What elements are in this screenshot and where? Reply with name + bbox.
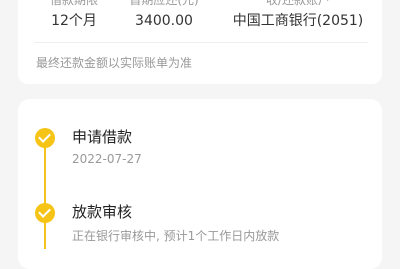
loan-summary-card: 借款期限 12个月 首期应还(元) 3400.00 收/还款账户 中国工商银行(… [18,0,382,84]
step-apply-title: 申请借款 [72,128,133,146]
repayment-account-value: 中国工商银行(2051) [232,13,364,29]
step-check-icon [35,128,55,148]
checkmark-icon [38,205,51,218]
timeline-line [44,139,46,249]
step-review-status: 正在银行审核中, 预计1个工作日内放款 [72,229,280,243]
first-payment-column: 首期应还(元) 3400.00 [104,0,224,30]
progress-timeline-card: 申请借款 2022-07-27 放款审核 正在银行审核中, 预计1个工作日内放款 [18,99,382,269]
step-check-icon [35,203,55,223]
repayment-note: 最终还款金额以实际账单为准 [36,56,193,70]
step-review-title: 放款审核 [72,203,133,221]
step-apply-date: 2022-07-27 [72,152,142,166]
repayment-account-column: 收/还款账户 中国工商银行(2051) [218,0,378,30]
first-payment-value: 3400.00 [135,13,193,29]
repayment-account-label: 收/还款账户 [265,0,331,7]
summary-divider [34,42,368,43]
first-payment-label: 首期应还(元) [129,0,199,7]
checkmark-icon [38,130,51,143]
